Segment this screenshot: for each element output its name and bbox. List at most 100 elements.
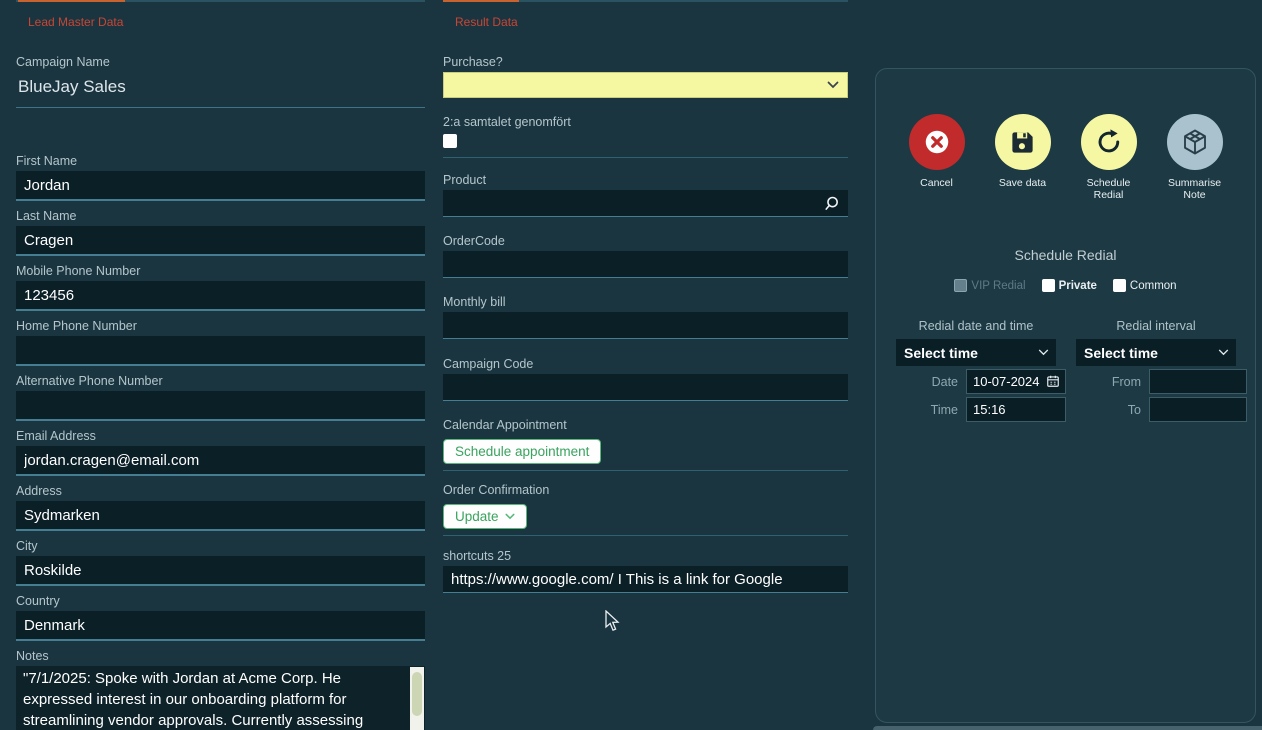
- purchase-field: Purchase?: [443, 55, 848, 98]
- date-label: Date: [931, 374, 958, 389]
- save-data-button[interactable]: [994, 114, 1051, 170]
- alt-phone-input[interactable]: [16, 391, 425, 421]
- first-name-input[interactable]: [16, 171, 425, 201]
- email-field: Email Address: [16, 429, 425, 476]
- purchase-select[interactable]: [443, 72, 848, 98]
- purchase-label: Purchase?: [443, 55, 503, 69]
- redial-time-select[interactable]: Select time: [896, 339, 1056, 366]
- vip-redial-label: VIP Redial: [971, 279, 1026, 292]
- schedule-redial-button-label: Schedule Redial: [1086, 177, 1131, 201]
- from-label: From: [1111, 374, 1141, 389]
- summarise-note-button-label: Summarise Note: [1167, 177, 1222, 201]
- mobile-phone-field: Mobile Phone Number: [16, 264, 425, 311]
- country-label: Country: [16, 594, 60, 608]
- search-icon[interactable]: [823, 195, 840, 212]
- city-field: City: [16, 539, 425, 586]
- update-button-label: Update: [455, 509, 499, 524]
- address-field: Address: [16, 484, 425, 531]
- shortcuts-label: shortcuts 25: [443, 549, 512, 563]
- notes-textarea[interactable]: "7/1/2025: Spoke with Jordan at Acme Cor…: [16, 666, 425, 730]
- from-row: From: [1081, 369, 1247, 394]
- second-call-label: 2:a samtalet genomfört: [443, 115, 571, 129]
- cancel-button[interactable]: [908, 114, 965, 170]
- from-input[interactable]: [1149, 369, 1247, 394]
- cancel-icon: [925, 130, 948, 154]
- campaign-code-input[interactable]: [443, 374, 848, 401]
- second-call-checkbox[interactable]: [443, 134, 457, 148]
- time-row: Time: [898, 397, 1066, 422]
- time-label: Time: [930, 402, 958, 417]
- schedule-appointment-button[interactable]: Schedule appointment: [443, 439, 602, 464]
- time-input[interactable]: [966, 397, 1066, 422]
- city-label: City: [16, 539, 38, 553]
- private-option[interactable]: Private: [1041, 279, 1097, 292]
- common-option[interactable]: Common: [1112, 279, 1177, 292]
- summarise-note-action: Summarise Note: [1161, 114, 1229, 201]
- summarise-note-button[interactable]: [1166, 114, 1223, 170]
- vip-redial-checkbox: [954, 279, 968, 292]
- campaign-name-value[interactable]: BlueJay Sales: [16, 72, 425, 108]
- save-icon: [1012, 131, 1033, 153]
- save-data-button-label: Save data: [998, 177, 1047, 189]
- product-input[interactable]: [443, 190, 848, 217]
- cancel-button-label: Cancel: [920, 177, 953, 189]
- notes-label: Notes: [16, 649, 49, 663]
- schedule-redial-button[interactable]: [1080, 114, 1137, 170]
- result-tab-line: [443, 0, 848, 2]
- calendar-appointment-field: Calendar Appointment Schedule appointmen…: [443, 418, 848, 471]
- last-name-field: Last Name: [16, 209, 425, 256]
- update-dropdown-button[interactable]: Update: [443, 504, 527, 529]
- campaign-code-field: Campaign Code: [443, 357, 848, 401]
- campaign-code-label: Campaign Code: [443, 357, 534, 371]
- ordercode-input[interactable]: [443, 251, 848, 278]
- schedule-appointment-button-label: Schedule appointment: [455, 444, 590, 459]
- action-buttons-row: Cancel Save data Schedule Redial Summari…: [876, 114, 1255, 201]
- first-name-field: First Name: [16, 154, 425, 201]
- mouse-cursor: [605, 610, 620, 632]
- common-checkbox: [1112, 279, 1126, 292]
- private-label: Private: [1058, 279, 1097, 292]
- to-label: To: [1127, 402, 1141, 417]
- monthly-bill-input[interactable]: [443, 312, 848, 339]
- home-phone-input[interactable]: [16, 336, 425, 366]
- home-phone-label: Home Phone Number: [16, 319, 137, 333]
- redial-checkbox-row: VIP Redial Private Common: [876, 279, 1255, 292]
- country-field: Country: [16, 594, 425, 641]
- schedule-redial-action: Schedule Redial: [1075, 114, 1143, 201]
- campaign-name-label: Campaign Name: [16, 55, 110, 69]
- notes-scrollbar[interactable]: [410, 667, 424, 730]
- address-input[interactable]: [16, 501, 425, 531]
- last-name-input[interactable]: [16, 226, 425, 256]
- redial-interval-select[interactable]: Select time: [1076, 339, 1236, 366]
- order-confirmation-label: Order Confirmation: [443, 483, 550, 497]
- divider: [443, 535, 848, 536]
- alt-phone-label: Alternative Phone Number: [16, 374, 163, 388]
- result-data-title: Result Data: [455, 15, 518, 29]
- email-label: Email Address: [16, 429, 96, 443]
- notes-scrollbar-thumb[interactable]: [412, 672, 422, 716]
- product-field: Product: [443, 173, 848, 217]
- mobile-phone-label: Mobile Phone Number: [16, 264, 141, 278]
- vip-redial-option[interactable]: VIP Redial: [954, 279, 1026, 292]
- to-input[interactable]: [1149, 397, 1247, 422]
- cancel-action: Cancel: [903, 114, 971, 201]
- date-input[interactable]: [966, 369, 1066, 394]
- product-label: Product: [443, 173, 487, 187]
- crm-screen: Lead Master Data Campaign Name BlueJay S…: [0, 0, 1262, 730]
- city-input[interactable]: [16, 556, 425, 586]
- email-input[interactable]: [16, 446, 425, 476]
- lead-tab-line: [16, 0, 425, 2]
- shortcuts-input[interactable]: [443, 566, 848, 593]
- ordercode-label: OrderCode: [443, 234, 505, 248]
- chevron-down-icon: [1038, 349, 1049, 356]
- country-input[interactable]: [16, 611, 425, 641]
- result-data-section: Result Data Purchase? 2:a samtalet genom…: [443, 0, 848, 593]
- alt-phone-field: Alternative Phone Number: [16, 374, 425, 421]
- redial-interval-label: Redial interval: [1116, 319, 1196, 333]
- mobile-phone-input[interactable]: [16, 281, 425, 311]
- chevron-down-icon: [1218, 349, 1229, 356]
- calendar-appointment-label: Calendar Appointment: [443, 418, 567, 432]
- to-row: To: [1081, 397, 1247, 422]
- lead-master-title: Lead Master Data: [28, 15, 124, 29]
- date-row: Date: [898, 369, 1066, 394]
